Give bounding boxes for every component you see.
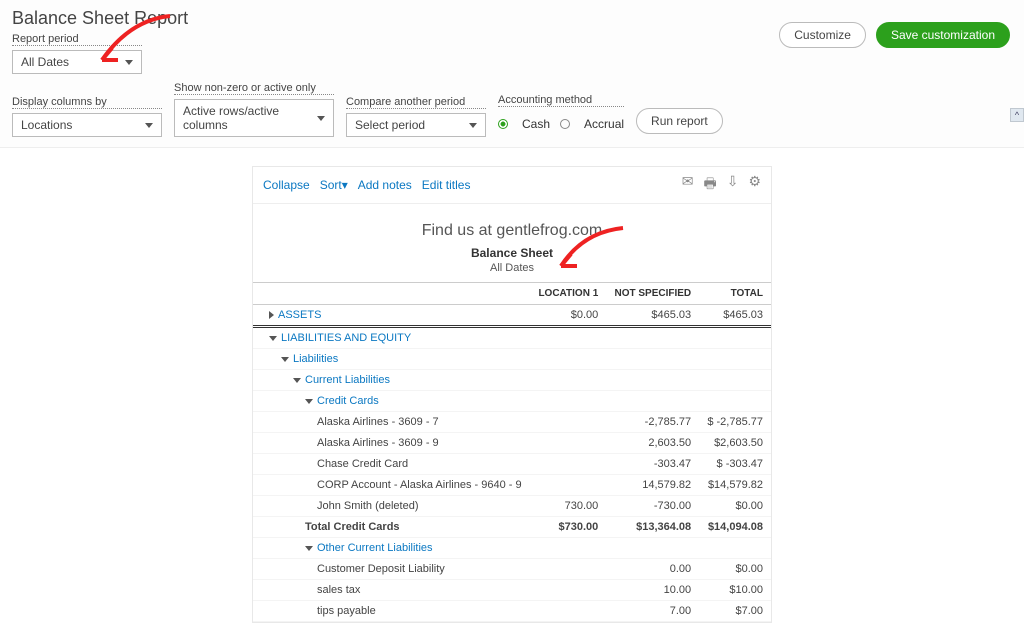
col-location1: LOCATION 1 (530, 283, 606, 305)
show-nonzero-label: Show non-zero or active only (174, 82, 334, 95)
report-subtitle: Find us at gentlefrog.com (253, 222, 771, 240)
export-icon[interactable]: ⇩ (727, 173, 739, 197)
add-notes-link[interactable]: Add notes (358, 178, 412, 192)
report-table: LOCATION 1 NOT SPECIFIED TOTAL ASSETS $0… (253, 282, 771, 622)
chevron-down-icon (317, 116, 325, 121)
report-panel: Collapse Sort▾ Add notes Edit titles ✉ 🖶… (252, 166, 772, 623)
accrual-radio[interactable] (560, 119, 570, 129)
print-icon[interactable]: 🖶 (703, 173, 716, 197)
row-credit-cards[interactable]: Credit Cards (253, 391, 530, 412)
show-nonzero-value: Active rows/active columns (183, 104, 317, 132)
display-columns-select[interactable]: Locations (12, 113, 162, 137)
report-period-value: All Dates (21, 55, 69, 69)
report-title: Balance Sheet (253, 246, 771, 260)
report-period-text: All Dates (253, 262, 771, 274)
accrual-radio-label: Accrual (584, 117, 624, 131)
table-row[interactable]: John Smith (deleted) (253, 496, 530, 517)
row-assets[interactable]: ASSETS (253, 305, 530, 327)
col-notspecified: NOT SPECIFIED (606, 283, 699, 305)
display-columns-value: Locations (21, 118, 72, 132)
col-total: TOTAL (699, 283, 771, 305)
edit-titles-link[interactable]: Edit titles (422, 178, 471, 192)
row-liab-equity[interactable]: LIABILITIES AND EQUITY (253, 327, 530, 349)
table-row[interactable]: Alaska Airlines - 3609 - 9 (253, 433, 530, 454)
compare-value: Select period (355, 118, 425, 132)
chevron-down-icon (125, 60, 133, 65)
chevron-down-icon (145, 123, 153, 128)
table-row[interactable]: Alaska Airlines - 3609 - 7 (253, 412, 530, 433)
table-row[interactable]: sales tax (253, 580, 530, 601)
table-row[interactable]: tips payable (253, 601, 530, 622)
compare-label: Compare another period (346, 96, 486, 109)
accounting-method-label: Accounting method (498, 94, 624, 107)
cash-radio-label: Cash (522, 117, 550, 131)
save-customization-button[interactable]: Save customization (876, 22, 1010, 48)
report-period-select[interactable]: All Dates (12, 50, 142, 74)
display-columns-label: Display columns by (12, 96, 162, 109)
collapse-panel-toggle[interactable]: ^ (1010, 108, 1024, 122)
row-current-liab[interactable]: Current Liabilities (253, 370, 530, 391)
show-nonzero-select[interactable]: Active rows/active columns (174, 99, 334, 137)
table-row[interactable]: Customer Deposit Liability (253, 559, 530, 580)
table-row[interactable]: Chase Credit Card (253, 454, 530, 475)
report-period-label: Report period (12, 33, 142, 46)
collapse-link[interactable]: Collapse (263, 178, 310, 192)
cash-radio[interactable] (498, 119, 508, 129)
row-other-cl[interactable]: Other Current Liabilities (253, 538, 530, 559)
run-report-button[interactable]: Run report (636, 108, 723, 134)
row-total-cc: Total Credit Cards (253, 517, 530, 538)
chevron-down-icon (469, 123, 477, 128)
compare-select[interactable]: Select period (346, 113, 486, 137)
row-liabilities[interactable]: Liabilities (253, 349, 530, 370)
customize-button[interactable]: Customize (779, 22, 866, 48)
sort-link[interactable]: Sort▾ (320, 178, 348, 192)
table-row[interactable]: CORP Account - Alaska Airlines - 9640 - … (253, 475, 530, 496)
email-icon[interactable]: ✉ (682, 173, 694, 197)
settings-icon[interactable]: ⚙ (748, 173, 761, 197)
